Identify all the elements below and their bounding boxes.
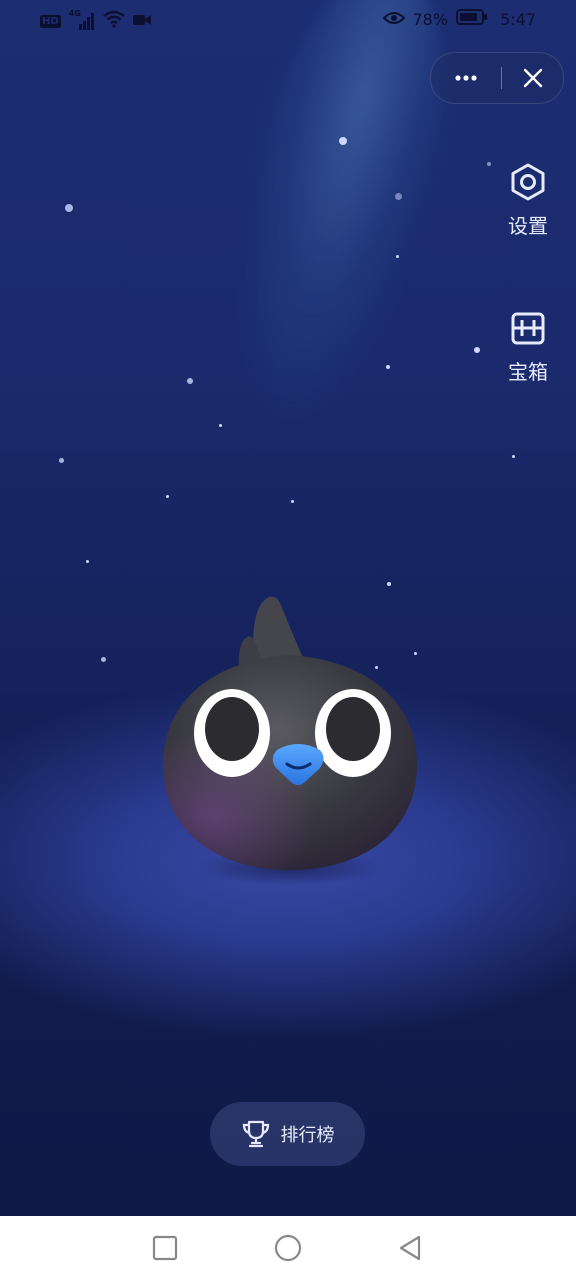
star: [386, 365, 390, 369]
hd-icon: HD: [40, 14, 61, 28]
status-bar: HD 4G 78% 5:47: [0, 0, 576, 40]
star: [166, 495, 169, 498]
settings-button[interactable]: 设置: [496, 162, 560, 239]
treasure-box-icon: [511, 312, 545, 345]
star: [219, 424, 222, 427]
star: [65, 204, 73, 212]
star: [59, 458, 64, 463]
eye-icon: [382, 10, 405, 29]
hexagon-gear-icon: [511, 163, 545, 201]
video-icon: [132, 12, 151, 31]
star: [387, 582, 391, 586]
battery-percent: 78%: [412, 9, 449, 29]
wifi-icon: [102, 10, 125, 32]
star: [395, 193, 402, 200]
trophy-icon: [242, 1120, 269, 1148]
network-type-label: 4G: [68, 9, 81, 18]
game-screen: HD 4G 78% 5:47 设置 宝箱 排行榜: [0, 0, 576, 1216]
settings-label: 设置: [508, 214, 548, 238]
leaderboard-label: 排行榜: [280, 1125, 335, 1146]
leaderboard-button[interactable]: 排行榜: [210, 1102, 365, 1166]
star: [512, 455, 515, 458]
clock: 5:47: [500, 9, 536, 29]
treasure-button[interactable]: 宝箱: [496, 308, 560, 385]
star: [101, 657, 106, 662]
star: [474, 347, 480, 353]
back-button[interactable]: [394, 1232, 426, 1264]
home-button[interactable]: [272, 1232, 304, 1264]
treasure-label: 宝箱: [508, 360, 548, 384]
star: [339, 137, 347, 145]
star: [487, 162, 491, 166]
system-nav-bar: [0, 1216, 576, 1280]
battery-icon: [456, 9, 488, 29]
bird-mascot[interactable]: [155, 590, 425, 890]
close-button[interactable]: [502, 53, 563, 103]
more-button[interactable]: [431, 53, 501, 103]
close-icon: [523, 68, 542, 88]
back-triangle-icon: [399, 1235, 421, 1261]
star: [86, 560, 89, 563]
mini-program-capsule: [430, 52, 564, 104]
more-icon: [455, 75, 477, 81]
star: [187, 378, 193, 384]
square-icon: [152, 1235, 178, 1261]
signal-icon: 4G: [68, 9, 95, 30]
circle-icon: [274, 1234, 302, 1262]
recent-apps-button[interactable]: [149, 1232, 181, 1264]
star: [396, 255, 399, 258]
star: [291, 500, 294, 503]
